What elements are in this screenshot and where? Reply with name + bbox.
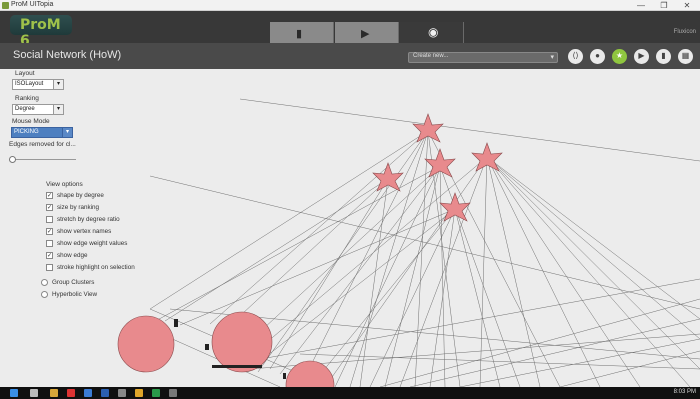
tab-views[interactable]: ◉	[400, 22, 464, 43]
graph-node-star[interactable]	[372, 162, 404, 192]
ranking-label: Ranking	[15, 95, 39, 102]
checkbox-box	[46, 216, 53, 223]
checkbox-box	[46, 240, 53, 247]
graph-node-star[interactable]	[471, 142, 503, 172]
chevron-down-icon: ▾	[62, 128, 72, 137]
checkbox-label: stretch by degree ratio	[57, 216, 120, 223]
app-icon[interactable]	[118, 389, 126, 397]
prom-logo: ProM 6	[10, 15, 72, 49]
app-icon[interactable]	[135, 389, 143, 397]
play-icon: ▶	[361, 28, 370, 40]
check-icon: ✓	[46, 192, 53, 199]
code-icon: ⟨⟩	[572, 51, 579, 60]
tab-workspace[interactable]: ▮	[270, 22, 334, 43]
excel-icon[interactable]	[152, 389, 160, 397]
checkbox-label: stroke highlight on selection	[57, 264, 135, 271]
checkbox-label: show vertex names	[57, 228, 112, 235]
play-button[interactable]: ▶	[634, 49, 649, 64]
radio-label: Hyperbolic View	[52, 291, 98, 298]
close-button[interactable]: ✕	[676, 0, 698, 11]
window-title: ProM UITopia	[11, 1, 54, 8]
grid-icon: ▦	[681, 51, 690, 60]
create-new-dropdown[interactable]: Create new... ▾	[408, 52, 558, 63]
check-icon: ✓	[46, 228, 53, 235]
windows-start-icon[interactable]	[10, 389, 18, 397]
mouse-mode-select[interactable]: PICKING ▾	[11, 127, 73, 138]
chevron-down-icon: ▾	[550, 54, 554, 61]
tab-actions[interactable]: ▶	[335, 22, 399, 43]
checkbox-box	[46, 264, 53, 271]
app-icon[interactable]	[84, 389, 92, 397]
check-icon: ✓	[46, 204, 53, 211]
graph-node-star[interactable]	[439, 192, 471, 222]
chevron-down-icon: ▾	[53, 80, 63, 89]
app-header: ProM 6 ▮ ▶ ◉ Fluxicon	[0, 11, 700, 49]
fluxicon-brand: Fluxicon	[673, 29, 696, 35]
drop-icon: ●	[595, 51, 600, 60]
radio-label: Group Clusters	[52, 279, 95, 286]
clock[interactable]: 8:03 PM	[674, 389, 696, 395]
radio-circle	[41, 291, 48, 298]
minimize-button[interactable]: —	[630, 0, 652, 11]
ranking-value: Degree	[15, 106, 35, 112]
edges-removed-label: Edges removed for cl...	[9, 141, 76, 148]
title-bar: ProM UITopia — ❐ ✕	[0, 0, 700, 11]
check-icon: ✓	[46, 252, 53, 259]
view-title: Social Network (HoW)	[13, 49, 122, 61]
graph-node-circle[interactable]	[211, 311, 273, 373]
word-icon[interactable]	[101, 389, 109, 397]
document-icon: ▮	[661, 51, 666, 60]
graph-node-circle[interactable]	[285, 360, 335, 387]
star-icon: ★	[615, 51, 624, 60]
radio-circle	[41, 279, 48, 286]
view-options-label: View options	[46, 181, 83, 188]
prom-taskbar-icon[interactable]	[169, 389, 177, 397]
mouse-mode-label: Mouse Mode	[12, 118, 50, 125]
layout-value: ISOLayout	[15, 81, 44, 87]
slider-track	[12, 159, 76, 160]
play-icon: ▶	[638, 51, 645, 60]
code-view-button[interactable]: ⟨⟩	[568, 49, 583, 64]
checkbox-label: show edge weight values	[57, 240, 128, 247]
chevron-down-icon: ▾	[53, 105, 63, 114]
checkbox-label: shape by degree	[57, 192, 104, 199]
checkbox-label: show edge	[57, 252, 88, 259]
prom-window: ProM UITopia — ❐ ✕ ProM 6 ▮ ▶ ◉ Fluxicon…	[0, 0, 700, 399]
layout-label: Layout	[15, 70, 35, 77]
windows-taskbar: 8:03 PM	[0, 387, 700, 399]
prom-app-icon	[2, 2, 9, 9]
export-button[interactable]: ▮	[656, 49, 671, 64]
favorite-button[interactable]: ★	[612, 49, 627, 64]
edges-removed-slider[interactable]	[9, 156, 77, 163]
task-view-icon[interactable]	[30, 389, 38, 397]
grid-button[interactable]: ▦	[678, 49, 693, 64]
graph-node-circle[interactable]	[117, 315, 175, 373]
layout-select[interactable]: ISOLayout ▾	[12, 79, 64, 90]
ranking-select[interactable]: Degree ▾	[12, 104, 64, 115]
drop-button[interactable]: ●	[590, 49, 605, 64]
file-explorer-icon[interactable]	[50, 389, 58, 397]
eye-icon: ◉	[428, 25, 439, 39]
slider-knob[interactable]	[9, 156, 16, 163]
graph-nodes	[117, 113, 503, 387]
view-header: Social Network (HoW) Create new... ▾ ⟨⟩ …	[0, 43, 700, 69]
mouse-mode-value: PICKING	[14, 129, 39, 135]
workspace-icon: ▮	[296, 28, 303, 40]
graph-canvas[interactable]: Layout ISOLayout ▾ Ranking Degree ▾ Mous…	[0, 69, 700, 387]
checkbox-label: size by ranking	[57, 204, 99, 211]
browser-icon[interactable]	[67, 389, 75, 397]
maximize-button[interactable]: ❐	[653, 0, 675, 11]
create-new-placeholder: Create new...	[413, 53, 449, 59]
